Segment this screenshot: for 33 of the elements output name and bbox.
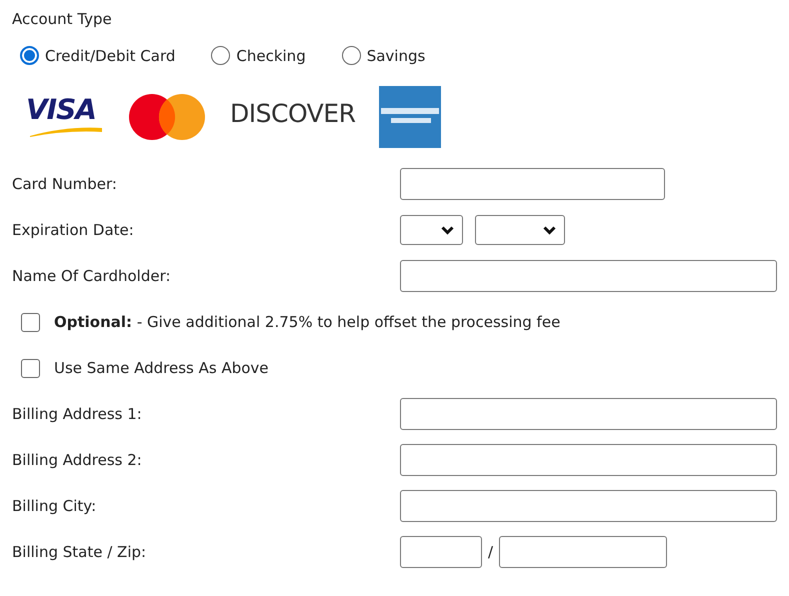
radio-label[interactable]: Checking <box>236 44 306 67</box>
checkbox-label[interactable]: Use Same Address As Above <box>54 356 269 380</box>
field-label: Card Number: <box>12 174 118 195</box>
input-field[interactable] <box>400 490 777 522</box>
chevron-down-icon <box>441 226 454 234</box>
chevron-down-icon <box>543 226 556 234</box>
select-dropdown[interactable] <box>475 215 565 245</box>
separator-text: / <box>488 542 494 563</box>
amex-logo <box>379 86 442 148</box>
field-label: Billing State / Zip: <box>12 542 148 563</box>
select-dropdown[interactable] <box>400 215 463 245</box>
input-field[interactable] <box>400 398 777 430</box>
checkbox[interactable] <box>21 312 40 332</box>
radio-label[interactable]: Credit/Debit Card <box>45 44 176 67</box>
field-label: Billing Address 2: <box>12 450 143 471</box>
field-label: Name Of Cardholder: <box>12 266 172 287</box>
visa-logo: VISA <box>26 96 104 138</box>
radio-button[interactable] <box>211 46 230 66</box>
discover-logo: DISCOVER <box>230 100 356 126</box>
section-label: Account Type <box>12 9 113 30</box>
input-field[interactable] <box>499 536 668 568</box>
field-label: Billing City: <box>12 496 98 517</box>
radio-label[interactable]: Savings <box>366 44 426 67</box>
radio-button[interactable] <box>20 46 39 66</box>
field-label: Billing Address 1: <box>12 404 143 425</box>
input-field[interactable] <box>400 536 482 568</box>
checkbox-label[interactable]: Optional: - Give additional 2.75% to help offset the processing fee <box>54 310 560 334</box>
field-label: Expiration Date: <box>12 220 135 241</box>
input-field[interactable] <box>400 168 665 200</box>
radio-button[interactable] <box>342 46 361 66</box>
input-field[interactable] <box>400 444 777 476</box>
checkbox[interactable] <box>21 358 40 378</box>
input-field[interactable] <box>400 260 777 292</box>
